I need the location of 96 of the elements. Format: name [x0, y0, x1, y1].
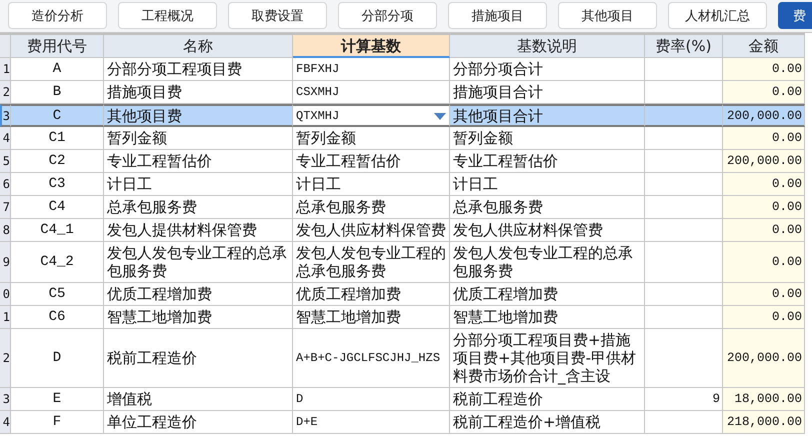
row-number: 0	[0, 283, 11, 306]
table-cell: 税前工程造价	[450, 388, 645, 411]
row-number: 1	[0, 58, 11, 81]
dropdown-caret-icon[interactable]	[434, 112, 446, 120]
row-number: 7	[0, 196, 11, 219]
table-cell: 218,000.00	[723, 411, 805, 434]
table-cell: C6	[11, 306, 104, 329]
table-cell: 发包人发包专业工程的总承包服务费	[104, 242, 293, 283]
table-cell: C4_2	[11, 242, 104, 283]
toolbar-tab[interactable]: 费	[778, 2, 812, 29]
column-header[interactable]: 费用代号	[11, 35, 104, 58]
table-cell: 专业工程暂估价	[293, 150, 450, 173]
table-cell: 总承包服务费	[104, 196, 293, 219]
table-cell: D+E	[293, 411, 450, 434]
table-cell: C4	[11, 196, 104, 219]
table-cell: 0.00	[723, 173, 805, 196]
row-number: 2	[0, 329, 11, 388]
table-cell: 智慧工地增加费	[104, 306, 293, 329]
table-cell: 计日工	[450, 173, 645, 196]
table-cell: 计日工	[104, 173, 293, 196]
toolbar-tab[interactable]: 措施项目	[448, 2, 547, 29]
table-cell: 暂列金额	[450, 127, 645, 150]
table-cell: C	[11, 104, 104, 127]
table-cell: 0.00	[723, 242, 805, 283]
table-cell: 优质工程增加费	[450, 283, 645, 306]
table-cell: 200,000.00	[723, 329, 805, 388]
table-cell: 分部分项合计	[450, 58, 645, 81]
toolbar-tab[interactable]: 取费设置	[228, 2, 327, 29]
table-cell: 200,000.00	[723, 150, 805, 173]
table-cell: C3	[11, 173, 104, 196]
table-cell: A+B+C-JGCLFSCJHJ_HZS	[293, 329, 450, 388]
table-cell: 计日工	[293, 173, 450, 196]
table-cell: 优质工程增加费	[104, 283, 293, 306]
dropdown-value: QTXMHJ	[296, 108, 340, 125]
row-number: 8	[0, 219, 11, 242]
table-cell: 税前工程造价+增值税	[450, 411, 645, 434]
table-cell: E	[11, 388, 104, 411]
column-header[interactable]: 计算基数	[293, 35, 450, 58]
column-header[interactable]: 名称	[104, 35, 293, 58]
table-cell: 0.00	[723, 81, 805, 104]
table-cell: 单位工程造价	[104, 411, 293, 434]
table-cell: 总承包服务费	[450, 196, 645, 219]
row-number: 3	[0, 104, 11, 127]
table-cell: 0.00	[723, 127, 805, 150]
toolbar-tab[interactable]: 分部分项	[338, 2, 437, 29]
table-cell: 智慧工地增加费	[293, 306, 450, 329]
table-cell: 优质工程增加费	[293, 283, 450, 306]
table-cell: C5	[11, 283, 104, 306]
table-cell: 分部分项工程项目费+措施项目费+其他项目费-甲供材料费市场价合计_含主设	[450, 329, 645, 388]
row-number: 2	[0, 81, 11, 104]
table-cell: A	[11, 58, 104, 81]
table-cell: 发包人提供材料保管费	[104, 219, 293, 242]
row-number: 9	[0, 242, 11, 283]
row-number: 3	[0, 388, 11, 411]
toolbar-tab[interactable]: 其他项目	[558, 2, 657, 29]
table-cell: FBFXHJ	[293, 58, 450, 81]
table-cell: F	[11, 411, 104, 434]
table-cell: 0.00	[723, 196, 805, 219]
row-number: 6	[0, 173, 11, 196]
table-cell: 200,000.00	[723, 104, 805, 127]
row-number: 4	[0, 127, 11, 150]
toolbar-tab[interactable]: 人材机汇总	[668, 2, 767, 29]
table-cell: 其他项目费	[104, 104, 293, 127]
table-cell: 0.00	[723, 58, 805, 81]
table-cell: C2	[11, 150, 104, 173]
table-cell: 增值税	[104, 388, 293, 411]
table-cell: 发包人发包专业工程的总承包服务费	[450, 242, 645, 283]
table-cell: D	[11, 329, 104, 388]
table-cell: 分部分项工程项目费	[104, 58, 293, 81]
table-cell: 专业工程暂估价	[450, 150, 645, 173]
column-header[interactable]: 费率(%)	[645, 35, 723, 58]
table-cell: 发包人供应材料保管费	[450, 219, 645, 242]
table-cell: 专业工程暂估价	[104, 150, 293, 173]
row-number: 1	[0, 306, 11, 329]
table-cell: 总承包服务费	[293, 196, 450, 219]
basis-dropdown[interactable]: QTXMHJ	[293, 104, 450, 127]
table-cell: 其他项目合计	[450, 104, 645, 127]
table-cell: 暂列金额	[293, 127, 450, 150]
table-cell: 发包人供应材料保管费	[293, 219, 450, 242]
column-header[interactable]: 金额	[723, 35, 805, 58]
table-cell: D	[293, 388, 450, 411]
table-cell: 暂列金额	[104, 127, 293, 150]
toolbar-tab[interactable]: 工程概况	[118, 2, 217, 29]
table-cell: 18,000.00	[723, 388, 805, 411]
table-cell: 0.00	[723, 306, 805, 329]
toolbar-tab[interactable]: 造价分析	[8, 2, 107, 29]
table-cell: 智慧工地增加费	[450, 306, 645, 329]
table-cell: 0.00	[723, 219, 805, 242]
table-cell: C4_1	[11, 219, 104, 242]
table-cell: C1	[11, 127, 104, 150]
row-number: 4	[0, 411, 11, 434]
table-cell: 发包人发包专业工程的总承包服务费	[293, 242, 450, 283]
table-cell: 税前工程造价	[104, 329, 293, 388]
row-number: 5	[0, 150, 11, 173]
table-cell: 0.00	[723, 283, 805, 306]
column-header[interactable]: 基数说明	[450, 35, 645, 58]
